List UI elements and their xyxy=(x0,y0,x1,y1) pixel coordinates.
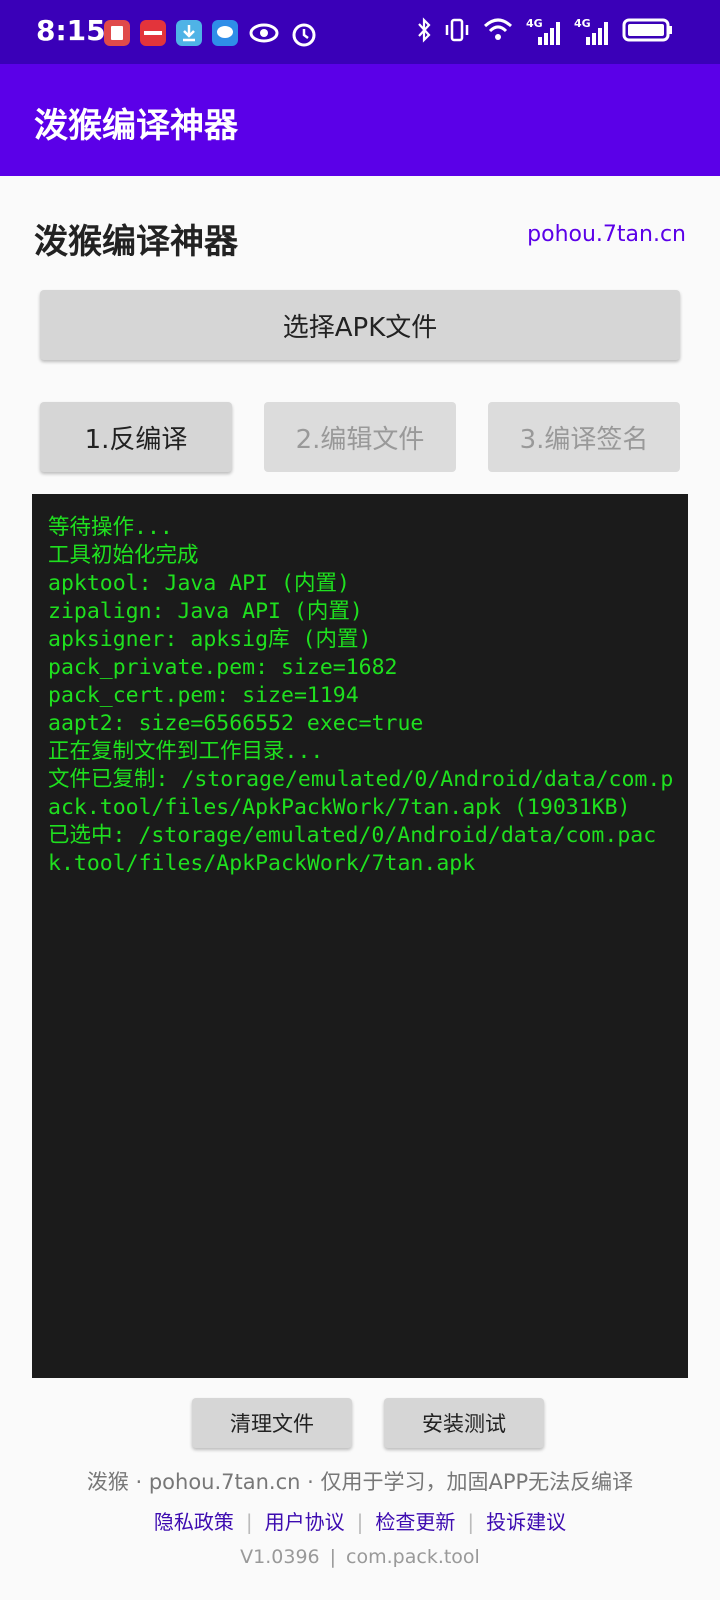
log-line: 已选中: /storage/emulated/0/Android/data/co… xyxy=(48,823,657,876)
link-divider: | xyxy=(356,1510,364,1534)
log-line: pack_private.pem: size=1682 xyxy=(48,655,398,680)
message-app-icon xyxy=(212,20,238,46)
battery-icon xyxy=(622,16,674,48)
feedback-link[interactable]: 投诉建议 xyxy=(486,1510,566,1534)
notification-icons xyxy=(104,20,318,52)
version-text: V1.0396 xyxy=(240,1546,320,1568)
page-title: 泼猴编译神器 xyxy=(34,222,238,262)
log-line: zipalign: Java API (内置) xyxy=(48,599,363,624)
bluetooth-icon xyxy=(416,16,432,48)
log-line: 等待操作... xyxy=(48,515,173,540)
wifi-icon xyxy=(482,16,514,48)
log-line: aapt2: size=6566552 exec=true xyxy=(48,711,424,736)
install-test-button[interactable]: 安装测试 xyxy=(384,1398,544,1448)
alarm-icon xyxy=(290,20,318,52)
decompile-button[interactable]: 1.反编译 xyxy=(40,402,232,472)
check-update-link[interactable]: 检查更新 xyxy=(375,1510,455,1534)
footer-version: V1.0396 | com.pack.tool xyxy=(0,1546,720,1568)
vibrate-icon xyxy=(444,16,470,48)
link-divider: | xyxy=(467,1510,475,1534)
log-line: apktool: Java API (内置) xyxy=(48,571,350,596)
status-time: 8:15 xyxy=(36,14,106,47)
log-line: 正在复制文件到工作目录... xyxy=(48,739,324,764)
log-line: 文件已复制: /storage/emulated/0/Android/data/… xyxy=(48,767,674,820)
footer-links: 隐私政策 | 用户协议 | 检查更新 | 投诉建议 xyxy=(0,1506,720,1535)
version-divider: | xyxy=(329,1546,337,1568)
link-divider: | xyxy=(245,1510,253,1534)
edit-files-button[interactable]: 2.编辑文件 xyxy=(264,402,456,472)
footer-info: 泼猴 · pohou.7tan.cn · 仅用于学习，加固APP无法反编译 xyxy=(86,1470,634,1494)
download-app-icon xyxy=(176,20,202,46)
signal-4g-icon: 4G xyxy=(526,17,562,47)
log-text: 等待操作... 工具初始化完成 apktool: Java API (内置) z… xyxy=(48,514,678,878)
compile-sign-button[interactable]: 3.编译签名 xyxy=(488,402,680,472)
clean-files-button[interactable]: 清理文件 xyxy=(192,1398,352,1448)
app-bar: 泼猴编译神器 xyxy=(0,64,720,176)
log-line: 工具初始化完成 xyxy=(48,543,199,568)
privacy-policy-link[interactable]: 隐私政策 xyxy=(154,1510,234,1534)
website-link[interactable]: pohou.7tan.cn xyxy=(527,222,686,247)
huawei-app-icon xyxy=(140,20,166,46)
status-right-icons: 4G 4G xyxy=(416,16,674,48)
signal-4g-icon: 4G xyxy=(574,17,610,47)
log-line: apksigner: apksig库 (内置) xyxy=(48,627,372,652)
eye-icon xyxy=(248,20,280,52)
status-bar: 8:15 4G 4G xyxy=(0,0,720,64)
book-app-icon xyxy=(104,20,130,46)
package-name: com.pack.tool xyxy=(346,1546,480,1568)
log-line: pack_cert.pem: size=1194 xyxy=(48,683,359,708)
app-bar-title: 泼猴编译神器 xyxy=(34,106,238,146)
select-apk-button[interactable]: 选择APK文件 xyxy=(40,290,680,360)
log-console[interactable]: 等待操作... 工具初始化完成 apktool: Java API (内置) z… xyxy=(32,494,688,1378)
user-agreement-link[interactable]: 用户协议 xyxy=(265,1510,345,1534)
